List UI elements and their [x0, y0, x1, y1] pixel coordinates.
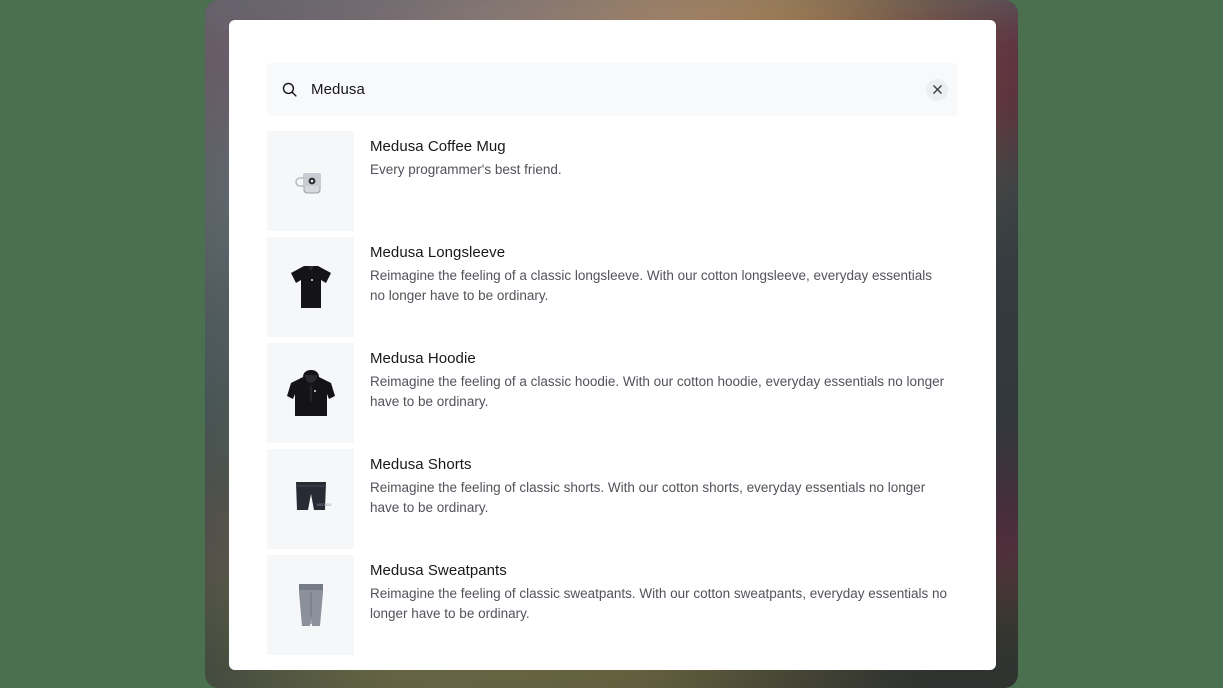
search-result-row[interactable]: Medusa Longsleeve Reimagine the feeling o…	[267, 237, 987, 343]
result-title: Medusa Coffee Mug	[370, 138, 506, 155]
search-bar[interactable]	[267, 63, 958, 116]
product-thumbnail	[267, 555, 354, 655]
hoodie-icon	[286, 370, 335, 416]
sweatpants-icon	[298, 584, 323, 626]
svg-text:MEDUSA: MEDUSA	[317, 503, 332, 507]
result-description: Reimagine the feeling of classic sweatpa…	[370, 586, 948, 621]
result-text: Medusa Shorts Reimagine the feeling of cl…	[370, 449, 950, 518]
search-results-list: Medusa Coffee Mug Every programmer's best…	[267, 131, 987, 670]
search-input[interactable]	[311, 81, 926, 98]
search-result-row[interactable]: MEDUSA Medusa Shorts Reimagine the feelin…	[267, 449, 987, 555]
search-modal: Medusa Coffee Mug Every programmer's best…	[229, 20, 996, 670]
result-title: Medusa Shorts	[370, 456, 472, 473]
shorts-icon: MEDUSA	[295, 482, 332, 510]
search-icon	[282, 82, 297, 97]
result-text: Medusa Sweatpants Reimagine the feeling o…	[370, 555, 950, 624]
search-result-row[interactable]: Medusa Sweatpants Reimagine the feeling o…	[267, 555, 987, 661]
product-thumbnail	[267, 343, 354, 443]
result-text: Medusa Longsleeve Reimagine the feeling o…	[370, 237, 950, 306]
search-result-row[interactable]: Medusa Hoodie Reimagine the feeling of a …	[267, 343, 987, 449]
result-description: Reimagine the feeling of a classic hoodi…	[370, 374, 945, 409]
result-text: Medusa Hoodie Reimagine the feeling of a …	[370, 343, 950, 412]
clear-search-button[interactable]	[926, 78, 948, 101]
product-thumbnail	[267, 237, 354, 337]
search-result-row[interactable]: Medusa Coffee Mug Every programmer's best…	[267, 131, 987, 237]
coffee-mug-icon	[294, 173, 320, 194]
result-title: Medusa Longsleeve	[370, 244, 506, 261]
close-icon	[932, 85, 942, 94]
result-title: Medusa Sweatpants	[370, 562, 507, 579]
product-thumbnail	[267, 131, 354, 231]
product-thumbnail: MEDUSA	[267, 449, 354, 549]
result-description: Reimagine the feeling of classic shorts.…	[370, 480, 926, 515]
result-text: Medusa Coffee Mug Every programmer's best…	[370, 131, 562, 180]
result-description: Every programmer's best friend.	[370, 162, 562, 177]
result-description: Reimagine the feeling of a classic longs…	[370, 268, 933, 303]
result-title: Medusa Hoodie	[370, 350, 476, 367]
longsleeve-icon	[290, 266, 331, 308]
